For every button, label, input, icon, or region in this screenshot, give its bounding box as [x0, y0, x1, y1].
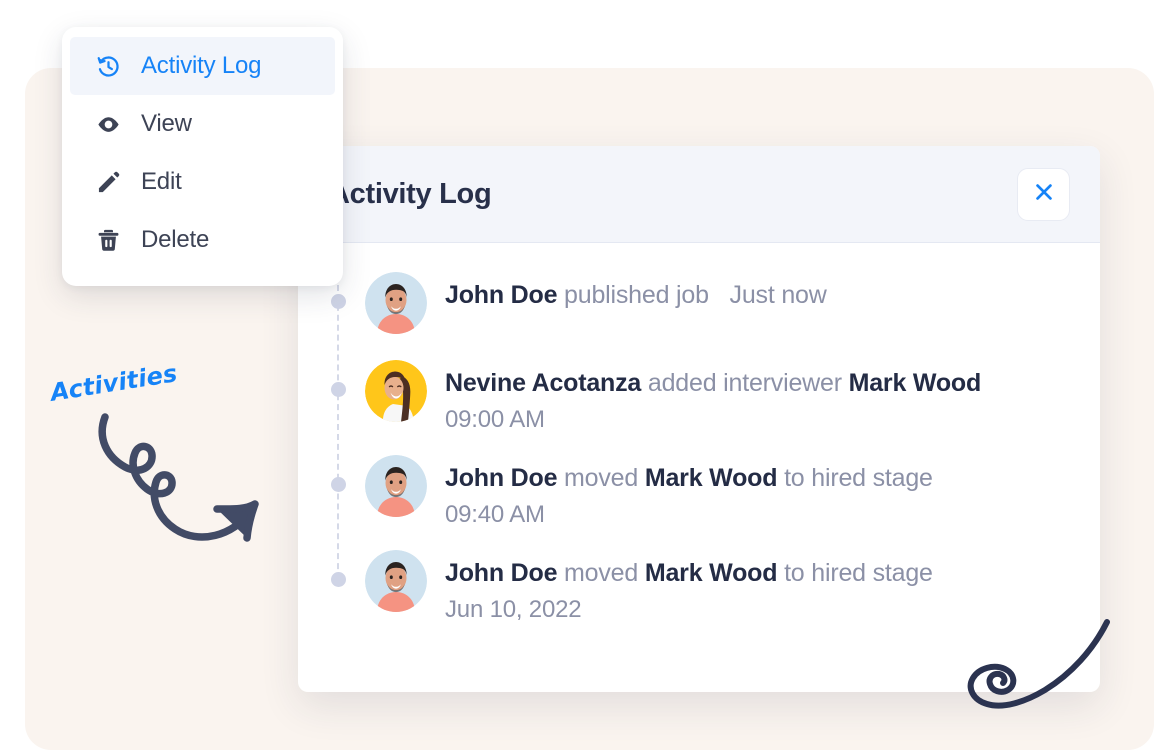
activity-text: John Doe published job Just now	[445, 278, 827, 312]
list-item: John Doe published job Just now	[298, 270, 1100, 342]
context-menu: Activity Log View Edit Delete	[62, 27, 343, 286]
close-icon	[1033, 181, 1055, 208]
avatar-nevine-acotanza	[365, 360, 427, 422]
activity-timeline: John Doe published job Just now Nevine A…	[298, 243, 1100, 627]
timeline-dot	[331, 477, 346, 492]
activity-timestamp-inline: Just now	[729, 281, 827, 309]
list-item: John Doe moved Mark Wood to hired stage …	[298, 453, 1100, 532]
activity-actor: Nevine Acotanza	[445, 369, 642, 397]
menu-item-label: Activity Log	[141, 52, 262, 79]
activity-content: John Doe published job Just now	[445, 270, 827, 312]
activity-suffix: to hired stage	[784, 464, 933, 492]
activity-content: John Doe moved Mark Wood to hired stage …	[445, 453, 933, 532]
timeline-dot	[331, 572, 346, 587]
activity-actor: John Doe	[445, 559, 558, 587]
activity-action: added interviewer	[647, 369, 842, 397]
menu-item-label: View	[141, 110, 192, 137]
activity-content: John Doe moved Mark Wood to hired stage …	[445, 548, 933, 627]
activity-action: published job	[564, 281, 709, 309]
activity-suffix: to hired stage	[784, 559, 933, 587]
modal-header: Activity Log	[298, 146, 1100, 243]
activity-text: John Doe moved Mark Wood to hired stage	[445, 556, 933, 590]
eye-icon	[93, 109, 123, 139]
timeline-dot	[331, 382, 346, 397]
activity-target: Mark Wood	[848, 369, 982, 397]
timeline-dot	[331, 294, 346, 309]
activity-timestamp: 09:00 AM	[445, 406, 545, 433]
activity-text: John Doe moved Mark Wood to hired stage	[445, 461, 933, 495]
activity-actor: John Doe	[445, 464, 558, 492]
curly-arrow-icon	[95, 405, 285, 575]
activity-log-modal: Activity Log John Doe published job Just…	[298, 146, 1100, 692]
menu-item-delete[interactable]: Delete	[70, 211, 335, 269]
list-item: Nevine Acotanza added interviewer Mark W…	[298, 358, 1100, 437]
activity-text: Nevine Acotanza added interviewer Mark W…	[445, 366, 981, 400]
activity-timestamp: Jun 10, 2022	[445, 596, 582, 623]
history-icon	[93, 51, 123, 81]
activity-action: moved	[564, 559, 639, 587]
menu-item-label: Delete	[141, 226, 210, 253]
avatar-john-doe	[365, 550, 427, 612]
page-title: Activity Log	[329, 177, 492, 210]
avatar-john-doe	[365, 455, 427, 517]
activity-actor: John Doe	[445, 281, 558, 309]
avatar-john-doe	[365, 272, 427, 334]
menu-item-view[interactable]: View	[70, 95, 335, 153]
pencil-icon	[93, 167, 123, 197]
menu-item-activity-log[interactable]: Activity Log	[70, 37, 335, 95]
menu-item-label: Edit	[141, 168, 182, 195]
activity-target: Mark Wood	[644, 559, 778, 587]
activity-target: Mark Wood	[644, 464, 778, 492]
menu-item-edit[interactable]: Edit	[70, 153, 335, 211]
swirl-flourish-icon	[955, 612, 1120, 747]
close-button[interactable]	[1017, 167, 1070, 221]
activity-content: Nevine Acotanza added interviewer Mark W…	[445, 358, 981, 437]
activity-timestamp: 09:40 AM	[445, 501, 545, 528]
trash-icon	[93, 225, 123, 255]
activity-action: moved	[564, 464, 639, 492]
